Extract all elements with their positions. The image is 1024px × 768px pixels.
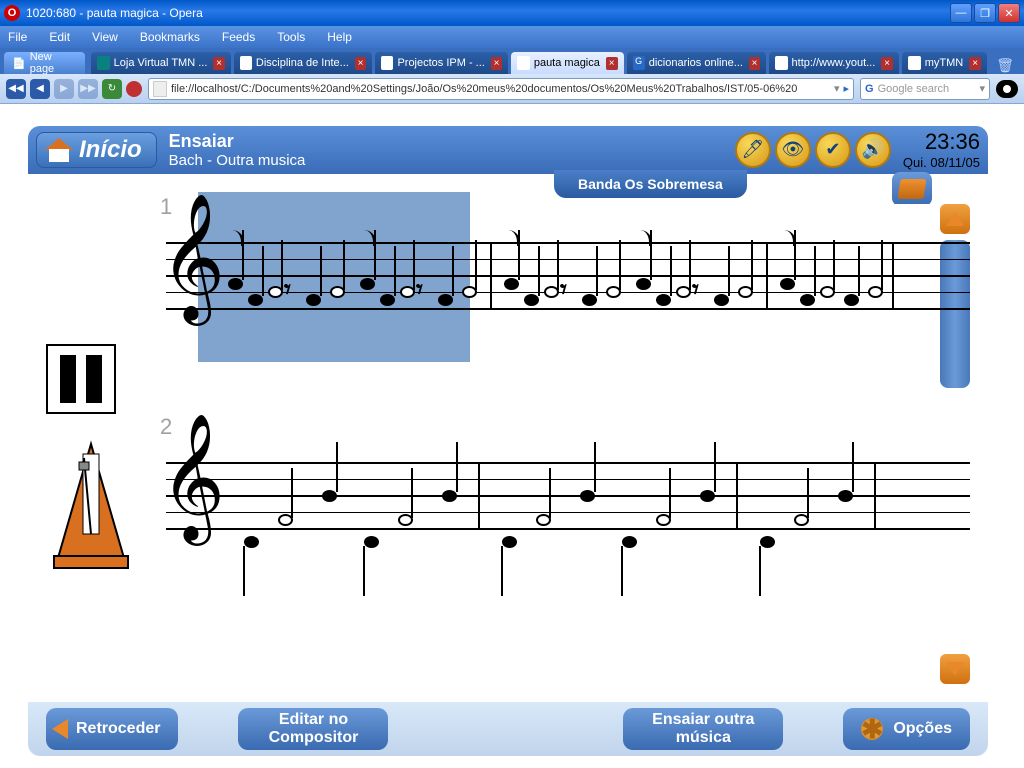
book-icon bbox=[898, 179, 927, 199]
page-title: Ensaiar bbox=[169, 131, 306, 152]
dropdown-icon[interactable]: ▾ bbox=[979, 82, 985, 95]
help-button[interactable] bbox=[892, 172, 932, 206]
date-label: Qui. 08/11/05 bbox=[903, 155, 980, 171]
menu-bookmarks[interactable]: Bookmarks bbox=[140, 30, 200, 44]
eye-icon[interactable]: 👁 bbox=[775, 132, 811, 168]
window-minimize[interactable]: — bbox=[950, 3, 972, 23]
staff-2: 2 𝄞 bbox=[166, 442, 970, 562]
menubar: File Edit View Bookmarks Feeds Tools Hel… bbox=[0, 26, 1024, 48]
edit-composer-button[interactable]: Editar no Compositor bbox=[238, 708, 388, 750]
favicon-icon bbox=[908, 56, 921, 70]
close-icon[interactable]: × bbox=[491, 57, 502, 70]
go-button[interactable]: ▸ bbox=[843, 82, 849, 95]
app-header: Início Ensaiar Bach - Outra musica 🖊 👁 ✔… bbox=[28, 126, 988, 174]
rehearse-other-button[interactable]: Ensaiar outra música bbox=[623, 708, 783, 750]
page-subtitle: Bach - Outra musica bbox=[169, 152, 306, 169]
tab-mytmn[interactable]: myTMN× bbox=[902, 52, 987, 74]
clock: 23:36 Qui. 08/11/05 bbox=[903, 129, 980, 171]
page-viewport: Início Ensaiar Bach - Outra musica 🖊 👁 ✔… bbox=[0, 104, 1024, 768]
options-button[interactable]: Opções bbox=[843, 708, 970, 750]
close-icon[interactable]: × bbox=[213, 57, 224, 70]
tab-disciplina[interactable]: Disciplina de Inte...× bbox=[234, 52, 372, 74]
check-icon[interactable]: ✔ bbox=[815, 132, 851, 168]
navbar: ◀◀ ◀ ▶ ▶▶ ↻ file://localhost/C:/Document… bbox=[0, 74, 1024, 104]
search-box[interactable]: G Google search ▾ bbox=[860, 78, 990, 100]
back-button[interactable]: ◀ bbox=[30, 79, 50, 99]
tab-loja[interactable]: Loja Virtual TMN ...× bbox=[91, 52, 230, 74]
back-button[interactable]: Retroceder bbox=[46, 708, 178, 750]
close-icon[interactable]: × bbox=[606, 57, 618, 70]
window-close[interactable]: ✕ bbox=[998, 3, 1020, 23]
footer: Retroceder Editar no Compositor Ensaiar … bbox=[28, 702, 988, 756]
menu-tools[interactable]: Tools bbox=[277, 30, 305, 44]
favicon-icon bbox=[517, 56, 530, 70]
window-title: 1020:680 - pauta magica - Opera bbox=[26, 6, 203, 20]
arrow-left-icon bbox=[52, 719, 68, 739]
tabstrip: 📄 New page Loja Virtual TMN ...× Discipl… bbox=[0, 48, 1024, 74]
close-icon[interactable]: × bbox=[355, 57, 366, 70]
forward-button[interactable]: ▶ bbox=[54, 79, 74, 99]
google-icon: G bbox=[865, 83, 874, 95]
scroll-down-button[interactable] bbox=[940, 654, 970, 684]
close-icon[interactable]: × bbox=[969, 57, 981, 70]
metronome-icon[interactable]: 🖊 bbox=[735, 132, 771, 168]
gear-icon bbox=[861, 718, 883, 740]
favicon-icon bbox=[775, 56, 787, 70]
notes-row bbox=[214, 442, 970, 562]
search-placeholder: Google search bbox=[878, 83, 950, 95]
menu-help[interactable]: Help bbox=[327, 30, 352, 44]
window-maximize[interactable]: ❐ bbox=[974, 3, 996, 23]
favicon-icon: G bbox=[633, 56, 645, 70]
header-text: Ensaiar Bach - Outra musica bbox=[169, 131, 306, 169]
other-label: Ensaiar outra música bbox=[641, 711, 765, 746]
window-titlebar: O 1020:680 - pauta magica - Opera — ❐ ✕ bbox=[0, 0, 1024, 26]
options-label: Opções bbox=[893, 720, 952, 738]
back-label: Retroceder bbox=[76, 720, 160, 738]
notes-row: 𝄾 𝄾 𝄾 bbox=[214, 222, 970, 342]
house-icon bbox=[45, 138, 73, 162]
tab-pauta[interactable]: pauta magica× bbox=[511, 52, 623, 74]
view-mode-icon[interactable] bbox=[996, 80, 1018, 98]
dropdown-icon[interactable]: ▾ bbox=[834, 82, 840, 95]
menu-view[interactable]: View bbox=[92, 30, 118, 44]
content-area: 1 𝄞 𝄾 𝄾 bbox=[28, 204, 988, 702]
close-icon[interactable]: × bbox=[881, 57, 892, 70]
app-frame: Início Ensaiar Bach - Outra musica 🖊 👁 ✔… bbox=[28, 126, 988, 756]
speaker-icon[interactable]: 🔊 bbox=[855, 132, 891, 168]
tab-dicionarios[interactable]: Gdicionarios online...× bbox=[627, 52, 767, 74]
fast-forward-button[interactable]: ▶▶ bbox=[78, 79, 98, 99]
metronome-icon[interactable] bbox=[46, 440, 136, 570]
band-label: Banda Os Sobremesa bbox=[554, 170, 747, 198]
menu-file[interactable]: File bbox=[8, 30, 27, 44]
menu-feeds[interactable]: Feeds bbox=[222, 30, 255, 44]
address-bar[interactable]: file://localhost/C:/Documents%20and%20Se… bbox=[148, 78, 854, 100]
home-label: Início bbox=[79, 136, 142, 164]
time-label: 23:36 bbox=[903, 129, 980, 155]
favicon-icon bbox=[381, 56, 393, 70]
favicon-icon bbox=[240, 56, 252, 70]
opera-icon: O bbox=[4, 5, 20, 21]
new-tab[interactable]: 📄 New page bbox=[4, 52, 85, 74]
rewind-button[interactable]: ◀◀ bbox=[6, 79, 26, 99]
stop-button[interactable] bbox=[126, 81, 142, 97]
reload-button[interactable]: ↻ bbox=[102, 79, 122, 99]
tab-projectos[interactable]: Projectos IPM - ...× bbox=[375, 52, 508, 74]
close-icon[interactable]: × bbox=[749, 57, 760, 70]
pause-button[interactable] bbox=[46, 344, 116, 414]
staff-1: 1 𝄞 𝄾 𝄾 bbox=[166, 222, 970, 342]
home-button[interactable]: Início bbox=[36, 132, 157, 168]
menu-edit[interactable]: Edit bbox=[49, 30, 70, 44]
tab-youtube[interactable]: http://www.yout...× bbox=[769, 52, 899, 74]
address-text: file://localhost/C:/Documents%20and%20Se… bbox=[171, 83, 830, 95]
favicon-icon bbox=[97, 56, 109, 70]
closed-tabs-icon[interactable]: 🗑 bbox=[990, 57, 1020, 74]
edit-label: Editar no Compositor bbox=[256, 711, 370, 746]
page-icon bbox=[153, 81, 167, 97]
